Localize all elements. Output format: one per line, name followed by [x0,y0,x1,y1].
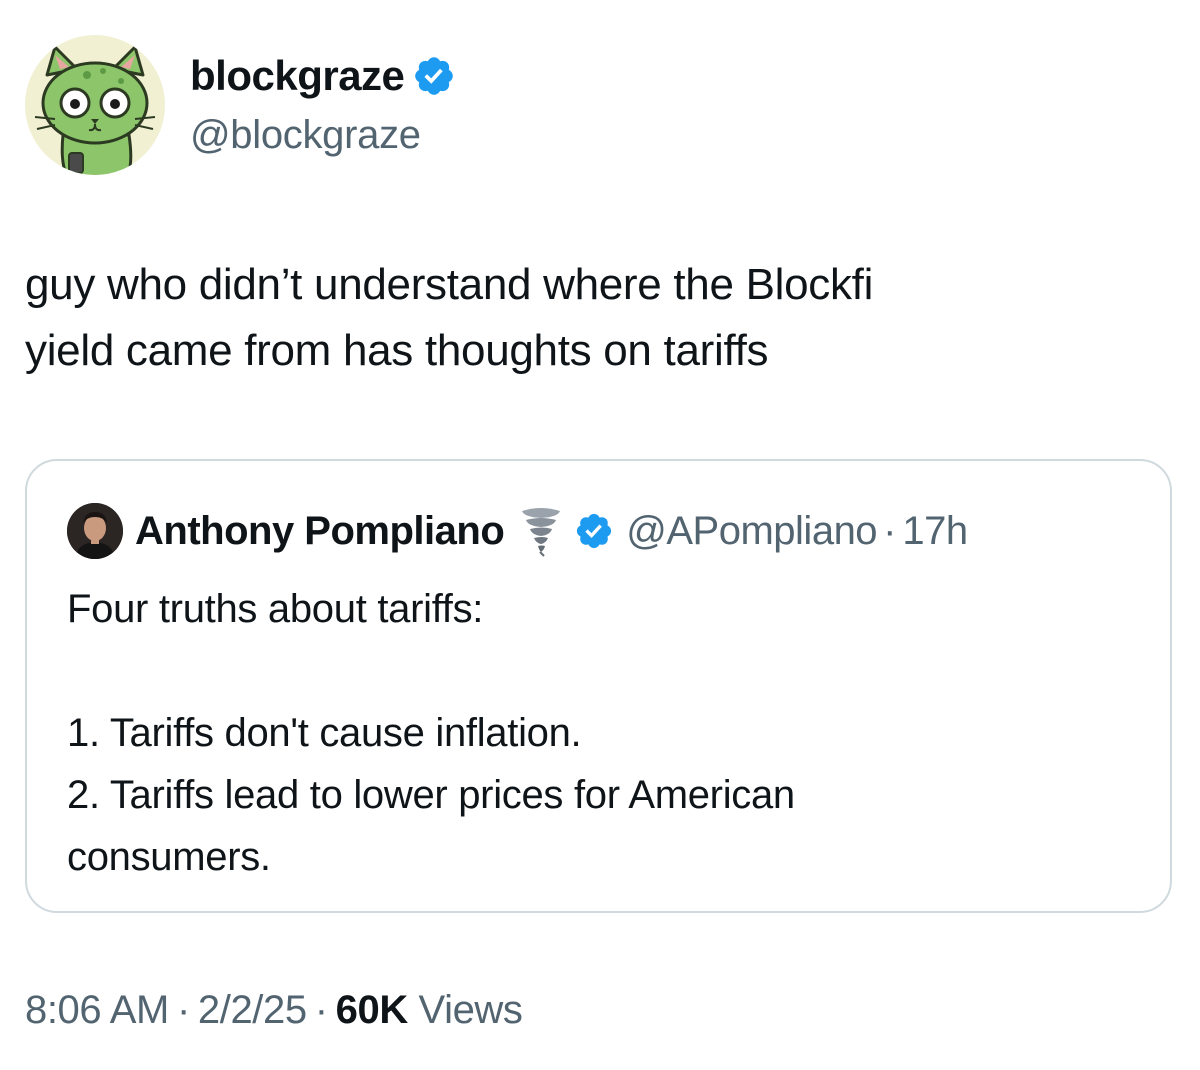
verified-badge-icon[interactable] [412,54,456,98]
quoted-text-line: 1. Tariffs don't cause inflation. [67,711,582,755]
tweet-time[interactable]: 8:06 AM [25,988,169,1032]
quoted-separator: · [883,508,897,553]
green-cat-avatar-icon [25,35,165,175]
tweet-date[interactable]: 2/2/25 [198,988,307,1032]
author-avatar[interactable] [25,35,165,175]
quoted-tweet-text: Four truths about tariffs: 1. Tariffs do… [67,578,1127,888]
tornado-icon [518,505,564,557]
quoted-tweet-card[interactable]: Anthony Pompliano @APompliano · 17h Four… [25,459,1172,913]
quoted-text-line: Four truths about tariffs: [67,587,484,631]
tweet-text-line: yield came from has thoughts on tariffs [25,326,769,375]
author-display-name[interactable]: blockgraze [190,52,405,100]
meta-separator: · [176,988,190,1032]
tweet: blockgraze @blockgraze guy who didn’t un… [0,0,1200,1070]
quoted-tweet-header: Anthony Pompliano @APompliano · 17h [67,503,968,559]
quoted-author-display-name[interactable]: Anthony Pompliano [135,509,505,554]
author-name-row: blockgraze [190,50,456,102]
quoted-author-avatar[interactable] [67,503,123,559]
views-label: Views [418,988,523,1032]
author-handle[interactable]: @blockgraze [190,113,421,158]
quoted-author-handle[interactable]: @APompliano [626,509,877,554]
quoted-verified-badge-icon [574,511,614,551]
quoted-text-line [67,640,1127,702]
tweet-text: guy who didn’t understand where the Bloc… [25,252,1165,384]
person-avatar-icon [67,503,123,559]
quoted-text-line: consumers. [67,835,271,879]
tweet-text-line: guy who didn’t understand where the Bloc… [25,260,874,309]
tweet-meta: 8:06 AM · 2/2/25 · 60K Views [25,988,523,1033]
quoted-timestamp[interactable]: 17h [902,509,968,554]
meta-separator: · [314,988,328,1032]
views-count[interactable]: 60K [336,988,409,1032]
quoted-text-line: 2. Tariffs lead to lower prices for Amer… [67,773,795,817]
